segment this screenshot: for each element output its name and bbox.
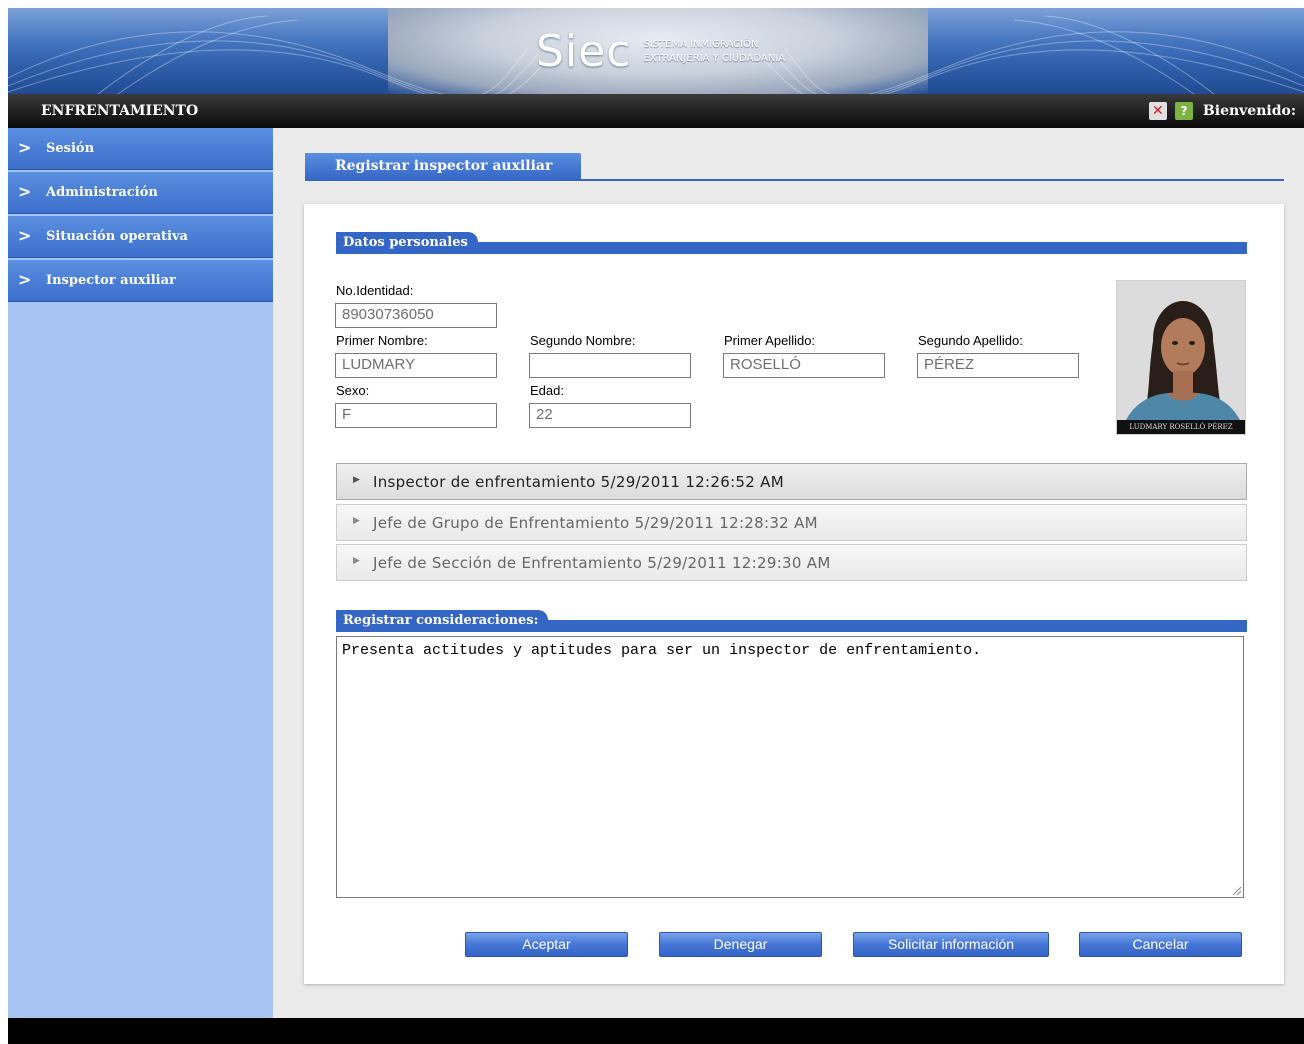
triangle-right-icon: ▶ <box>353 516 360 526</box>
person-photo: LUDMARY ROSELLÓ PÉREZ <box>1116 280 1246 435</box>
topbar-actions: ✕ ? Bienvenido: <box>1148 102 1296 120</box>
second-surname-field[interactable]: PÉREZ <box>917 353 1079 378</box>
app-window: Siec SISTEMA INMIGRACIÓN EXTRANJERIA Y C… <box>0 0 1304 1044</box>
welcome-text: Bienvenido: <box>1202 103 1296 119</box>
history-item[interactable]: ▶ Inspector de enfrentamiento 5/29/2011 … <box>336 463 1247 500</box>
age-label: Edad: <box>530 383 564 398</box>
second-surname-label: Segundo Apellido: <box>918 333 1023 348</box>
page-title-rule <box>305 179 1284 181</box>
top-bar: ENFRENTAMIENTO ✕ ? Bienvenido: <box>8 94 1304 128</box>
module-title: ENFRENTAMIENTO <box>41 103 199 119</box>
cancel-button[interactable]: Cancelar <box>1079 932 1242 957</box>
help-icon[interactable]: ? <box>1174 102 1193 120</box>
sidebar-item-administracion[interactable]: > Administración <box>8 172 273 214</box>
sidebar: > Sesión > Administración > Situación op… <box>8 128 273 1018</box>
considerations-textarea[interactable]: Presenta actitudes y aptitudes para ser … <box>336 636 1244 898</box>
history-item[interactable]: ▶ Jefe de Sección de Enfrentamiento 5/29… <box>336 544 1247 581</box>
considerations-header: Registrar consideraciones: <box>336 610 1247 632</box>
header-banner: Siec SISTEMA INMIGRACIÓN EXTRANJERIA Y C… <box>8 8 1304 94</box>
sidebar-item-inspector-auxiliar[interactable]: > Inspector auxiliar <box>8 260 273 302</box>
accept-button[interactable]: Aceptar <box>465 932 628 957</box>
id-label: No.Identidad: <box>336 283 414 298</box>
first-surname-field[interactable]: ROSELLÓ <box>723 353 885 378</box>
second-name-label: Segundo Nombre: <box>530 333 636 348</box>
sex-field[interactable]: F <box>335 403 497 428</box>
close-icon[interactable]: ✕ <box>1148 102 1167 120</box>
first-surname-label: Primer Apellido: <box>724 333 816 348</box>
resize-grip-icon[interactable] <box>1230 884 1242 896</box>
photo-caption: LUDMARY ROSELLÓ PÉREZ <box>1117 420 1245 434</box>
footer-bar <box>8 1018 1304 1044</box>
sidebar-item-situacion-operativa[interactable]: > Situación operativa <box>8 216 273 258</box>
sidebar-item-label: Inspector auxiliar <box>46 273 176 288</box>
siec-logo: Siec SISTEMA INMIGRACIÓN EXTRANJERIA Y C… <box>536 20 785 84</box>
history-item[interactable]: ▶ Jefe de Grupo de Enfrentamiento 5/29/2… <box>336 504 1247 541</box>
chevron-right-icon: > <box>18 138 32 157</box>
first-name-field[interactable]: LUDMARY <box>335 353 497 378</box>
history-item-text: Inspector de enfrentamiento 5/29/2011 12… <box>373 473 784 491</box>
personal-data-header: Datos personales <box>336 232 1247 254</box>
page-title-tab: Registrar inspector auxiliar <box>305 153 581 180</box>
sidebar-item-sesion[interactable]: > Sesión <box>8 128 273 170</box>
sex-label: Sexo: <box>336 383 370 398</box>
considerations-text: Presenta actitudes y aptitudes para ser … <box>342 642 982 659</box>
deny-button[interactable]: Denegar <box>659 932 822 957</box>
sidebar-item-label: Sesión <box>46 141 95 156</box>
request-info-button[interactable]: Solicitar información <box>853 932 1049 957</box>
chevron-right-icon: > <box>18 182 32 201</box>
triangle-right-icon: ▶ <box>353 475 360 485</box>
history-item-text: Jefe de Sección de Enfrentamiento 5/29/2… <box>373 554 831 572</box>
age-field[interactable]: 22 <box>529 403 691 428</box>
chevron-right-icon: > <box>18 226 32 245</box>
second-name-field[interactable] <box>529 353 691 378</box>
form-panel: Datos personales No.Identidad: 890307360… <box>304 204 1284 984</box>
sidebar-item-label: Administración <box>46 185 158 200</box>
logo-subtitle-line2: EXTRANJERIA Y CIUDADANIA <box>643 53 786 64</box>
logo-word: Siec <box>536 26 632 77</box>
id-field[interactable]: 89030736050 <box>335 303 497 328</box>
logo-subtitle-line1: SISTEMA INMIGRACIÓN <box>643 39 759 50</box>
sidebar-item-label: Situación operativa <box>46 229 188 244</box>
chevron-right-icon: > <box>18 270 32 289</box>
section-title: Registrar consideraciones: <box>336 610 549 632</box>
triangle-right-icon: ▶ <box>353 556 360 566</box>
person-photo-image <box>1117 281 1245 434</box>
main-content: Registrar inspector auxiliar Datos perso… <box>273 128 1304 1018</box>
first-name-label: Primer Nombre: <box>336 333 428 348</box>
history-item-text: Jefe de Grupo de Enfrentamiento 5/29/201… <box>373 514 818 532</box>
logo-subtitle: SISTEMA INMIGRACIÓN EXTRANJERIA Y CIUDAD… <box>643 38 785 66</box>
section-title: Datos personales <box>336 232 478 254</box>
